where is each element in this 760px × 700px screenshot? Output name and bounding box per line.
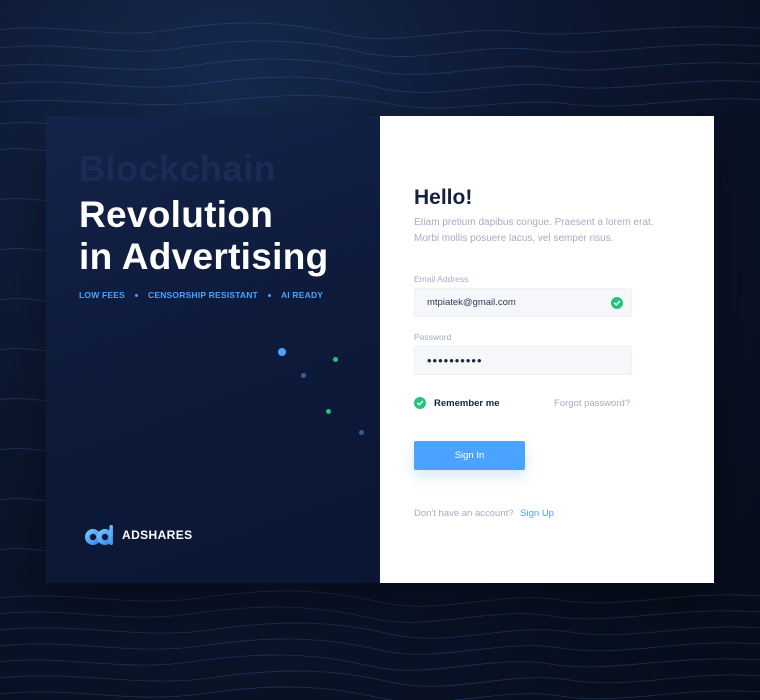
signup-row: Don't have an account? Sign Up [414, 508, 554, 519]
feature-separator-dot [135, 293, 138, 297]
feature-ai-ready: AI READY [280, 290, 324, 300]
login-form-panel: Hello! Etiam pretium dapibus congue. Pra… [380, 116, 714, 583]
feature-censorship-resistant: CENSORSHIP RESISTANT [148, 290, 258, 300]
login-title: Hello! [414, 186, 473, 209]
forgot-password-link[interactable]: Forgot password? [554, 398, 630, 409]
hero-panel: Blockchain Revolution in Advertising LOW… [46, 116, 380, 583]
sign-in-button[interactable]: Sign In [414, 441, 525, 470]
sign-up-link[interactable]: Sign Up [520, 508, 554, 519]
check-circle-icon [611, 297, 623, 309]
decorative-dot [359, 430, 364, 435]
brand: ADSHARES [84, 524, 193, 546]
signup-question: Don't have an account? [414, 508, 514, 519]
feature-separator-dot [267, 293, 271, 297]
hero-headline: Revolution in Advertising [79, 194, 329, 278]
login-intro: Etiam pretium dapibus congue. Praesent a… [414, 217, 654, 244]
feature-low-fees: LOW FEES [79, 290, 125, 300]
brand-name: ADSHARES [122, 528, 193, 542]
decorative-dot [301, 373, 306, 378]
login-card: Blockchain Revolution in Advertising LOW… [46, 116, 714, 583]
feature-list: LOW FEES CENSORSHIP RESISTANT AI READY [79, 290, 323, 300]
check-circle-icon [414, 397, 426, 409]
email-value: mtpiatek@gmail.com [427, 297, 516, 308]
hero-ghost-word: Blockchain [79, 148, 277, 189]
email-label: Email Address [414, 274, 469, 284]
password-label: Password [414, 332, 452, 342]
password-value: •••••••••• [427, 353, 483, 368]
email-field[interactable]: mtpiatek@gmail.com [414, 288, 632, 317]
remember-me-label: Remember me [434, 397, 500, 409]
password-field[interactable]: •••••••••• [414, 346, 632, 375]
adshares-logo-icon [85, 525, 113, 545]
remember-me-checkbox[interactable]: Remember me [414, 397, 499, 409]
hero-headline-line1: Revolution [79, 194, 274, 235]
decorative-dot [326, 409, 331, 414]
decorative-dot [333, 357, 338, 362]
hero-headline-line2: in Advertising [79, 236, 329, 277]
decorative-dot [278, 348, 286, 356]
